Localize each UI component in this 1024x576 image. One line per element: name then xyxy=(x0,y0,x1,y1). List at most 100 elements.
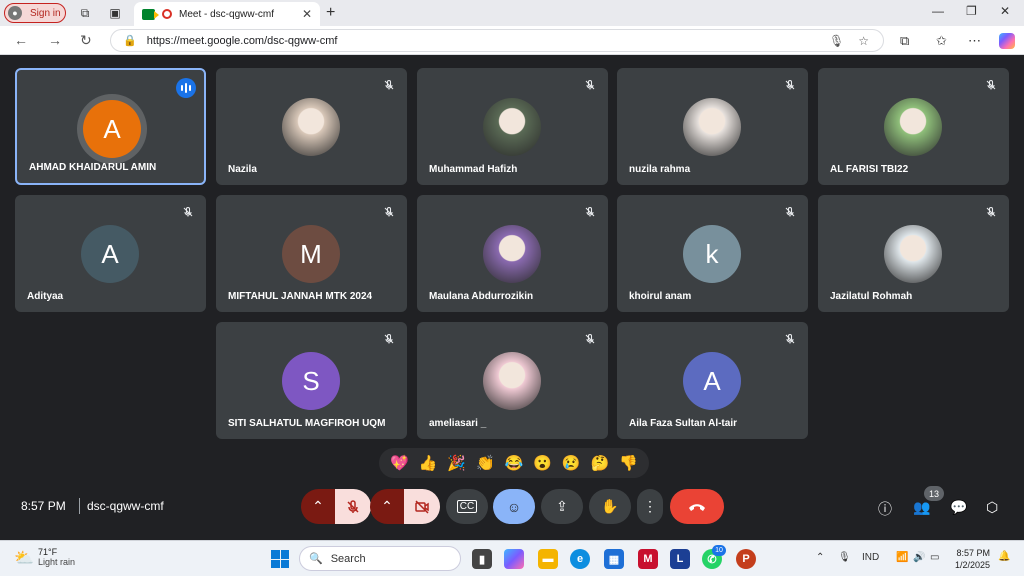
microphone-toggle-button[interactable] xyxy=(335,489,371,524)
mic-muted-icon xyxy=(582,77,598,93)
taskbar-clock[interactable]: 8:57 PM 1/2/2025 xyxy=(955,547,990,571)
file-explorer-icon[interactable]: ▬ xyxy=(538,549,558,569)
participant-tile[interactable]: A AHMAD KHAIDARUL AMIN xyxy=(15,68,206,185)
minimize-icon[interactable]: — xyxy=(932,4,944,18)
powerpoint-icon[interactable]: P xyxy=(736,549,756,569)
chat-icon[interactable]: 💬 xyxy=(950,499,967,516)
participant-tile[interactable]: ameliasari _ xyxy=(417,322,608,439)
reaction-emoji-button[interactable]: 😂 xyxy=(505,454,524,472)
mic-muted-icon xyxy=(782,204,798,220)
leave-call-button[interactable] xyxy=(670,489,724,524)
participant-tile[interactable]: S SITI SALHATUL MAGFIROH UQM xyxy=(216,322,407,439)
participant-name: Aila Faza Sultan Al-tair xyxy=(629,418,737,429)
workspaces-icon[interactable]: ⧉ xyxy=(76,4,94,22)
participant-tile[interactable]: Muhammad Hafizh xyxy=(417,68,608,185)
battery-icon[interactable]: ▭ xyxy=(930,552,939,563)
participant-name: AHMAD KHAIDARUL AMIN xyxy=(29,162,157,173)
mic-muted-icon xyxy=(782,77,798,93)
back-arrow-icon[interactable]: ← xyxy=(14,32,28,48)
sign-in-label: Sign in xyxy=(30,7,61,19)
camera-toggle-button[interactable] xyxy=(404,489,440,524)
favorites-icon[interactable]: ✩ xyxy=(936,33,947,49)
app-l-icon[interactable]: L xyxy=(670,549,690,569)
participant-avatar: A xyxy=(81,225,139,283)
whatsapp-badge: 10 xyxy=(712,545,726,556)
profile-avatar-icon: ● xyxy=(8,6,22,20)
mcafee-icon[interactable]: M xyxy=(638,549,658,569)
copilot-icon[interactable] xyxy=(999,33,1015,49)
audio-options-button[interactable]: ⌃ xyxy=(301,489,335,524)
activities-icon[interactable]: ⬡ xyxy=(986,499,998,516)
start-button[interactable] xyxy=(271,550,289,568)
participant-tile[interactable]: nuzila rahma xyxy=(617,68,808,185)
favorite-star-icon[interactable]: ☆ xyxy=(858,34,869,48)
mic-muted-icon xyxy=(381,77,397,93)
site-info-icon[interactable]: 🔒 xyxy=(123,34,137,47)
participant-name: nuzila rahma xyxy=(629,164,691,175)
mic-muted-icon xyxy=(180,204,196,220)
wifi-icon[interactable]: 📶 xyxy=(896,552,908,563)
mic-muted-icon xyxy=(381,204,397,220)
participant-photo xyxy=(282,98,340,156)
chevron-up-icon: ⌃ xyxy=(312,498,324,514)
extensions-icon[interactable]: ⧉ xyxy=(900,33,909,49)
reaction-emoji-button[interactable]: 💖 xyxy=(390,454,409,472)
microphone-icon[interactable]: 🎙 xyxy=(829,34,844,48)
participant-name: Jazilatul Rohmah xyxy=(830,291,913,302)
participant-name: SITI SALHATUL MAGFIROH UQM xyxy=(228,418,386,429)
store-icon[interactable]: ▦ xyxy=(604,549,624,569)
people-icon[interactable]: 👥 xyxy=(913,499,930,516)
mic-muted-icon xyxy=(983,204,999,220)
participant-tile[interactable]: k khoirul anam xyxy=(617,195,808,312)
participant-tile[interactable]: Jazilatul Rohmah xyxy=(818,195,1009,312)
participant-tile[interactable]: Maulana Abdurrozikin xyxy=(417,195,608,312)
window-close-icon[interactable]: ✕ xyxy=(1000,4,1010,18)
present-screen-button[interactable]: ⇪ xyxy=(541,489,583,524)
participant-name: MIFTAHUL JANNAH MTK 2024 xyxy=(228,291,373,302)
new-tab-button[interactable]: + xyxy=(326,4,335,22)
tab-actions-icon[interactable]: ▣ xyxy=(106,4,124,22)
reaction-emoji-button[interactable]: 👏 xyxy=(476,454,495,472)
reaction-emoji-button[interactable]: 🎉 xyxy=(447,454,466,472)
send-reaction-button[interactable]: ☺ xyxy=(493,489,535,524)
participant-tile[interactable]: M MIFTAHUL JANNAH MTK 2024 xyxy=(216,195,407,312)
participant-name: Nazila xyxy=(228,164,257,175)
more-menu-icon[interactable]: ⋯ xyxy=(968,33,981,49)
sign-in-button[interactable]: ● Sign in xyxy=(4,3,66,23)
reaction-emoji-button[interactable]: 👎 xyxy=(619,454,638,472)
reaction-emoji-button[interactable]: 😢 xyxy=(562,454,581,472)
restore-icon[interactable]: ❐ xyxy=(966,4,977,18)
rain-cloud-icon: ⛅ xyxy=(14,550,34,567)
reaction-emoji-button[interactable]: 🤔 xyxy=(591,454,610,472)
raise-hand-button[interactable]: ✋ xyxy=(589,489,631,524)
meeting-time: 8:57 PM xyxy=(21,499,66,513)
reaction-emoji-button[interactable]: 👍 xyxy=(419,454,438,472)
reload-icon[interactable]: ↻ xyxy=(80,32,92,49)
task-view-icon[interactable]: ▮ xyxy=(472,549,492,569)
meeting-details-icon[interactable]: ⓘ xyxy=(878,499,892,519)
hang-up-icon xyxy=(689,503,705,511)
volume-icon[interactable]: 🔊 xyxy=(913,552,925,563)
participant-tile[interactable]: Nazila xyxy=(216,68,407,185)
language-indicator[interactable]: IND xyxy=(862,552,879,563)
chevron-up-icon[interactable]: ⌃ xyxy=(816,552,824,563)
forward-arrow-icon[interactable]: → xyxy=(48,32,62,48)
notification-bell-icon[interactable]: 🔔 xyxy=(998,551,1010,562)
participant-tile[interactable]: AL FARISI TBI22 xyxy=(818,68,1009,185)
participant-tile[interactable]: A Aila Faza Sultan Al-tair xyxy=(617,322,808,439)
reaction-emoji-button[interactable]: 😮 xyxy=(533,454,552,472)
edge-browser-icon[interactable]: e xyxy=(570,549,590,569)
taskbar-search[interactable]: 🔍 Search xyxy=(299,546,461,571)
weather-widget[interactable]: ⛅ 71°F Light rain xyxy=(14,547,75,567)
participant-tile[interactable]: A Adityaa xyxy=(15,195,206,312)
mic-muted-icon xyxy=(983,77,999,93)
close-tab-icon[interactable]: ✕ xyxy=(302,7,312,21)
address-bar[interactable]: 🔒 https://meet.google.com/dsc-qgww-cmf 🎙… xyxy=(110,29,884,52)
microphone-tray-icon[interactable]: 🎙 xyxy=(838,552,851,563)
video-options-button[interactable]: ⌃ xyxy=(370,489,404,524)
captions-button[interactable]: CC xyxy=(446,489,488,524)
url-text[interactable]: https://meet.google.com/dsc-qgww-cmf xyxy=(147,35,829,47)
tab-meet[interactable]: Meet - dsc-qgww-cmf ✕ xyxy=(134,2,320,26)
copilot-app-icon[interactable] xyxy=(504,549,524,569)
more-options-button[interactable]: ⋮ xyxy=(637,489,663,524)
